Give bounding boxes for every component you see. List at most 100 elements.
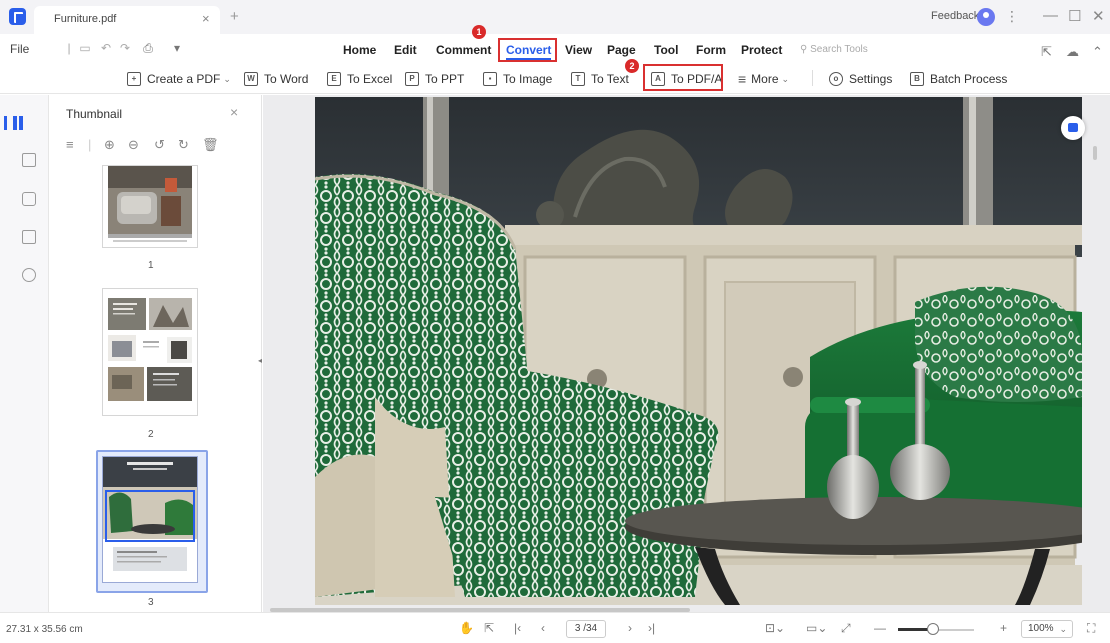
thumbnail-page-3[interactable] <box>102 456 198 583</box>
fit-page-icon[interactable]: ⤢ <box>841 621 851 636</box>
thumbnail-page-number: 1 <box>148 260 154 271</box>
to-excel-label: To Excel <box>347 72 393 86</box>
print-icon[interactable]: ⎙ <box>141 41 155 55</box>
share-icon[interactable]: ⇱ <box>1041 44 1052 60</box>
to-word-label: To Word <box>264 72 309 86</box>
menu-edit[interactable]: Edit <box>394 43 417 57</box>
search-icon[interactable] <box>22 268 36 282</box>
quick-access-dropdown-icon[interactable]: ▾ <box>170 41 184 55</box>
new-tab-button[interactable]: + <box>230 8 239 25</box>
vertical-scrollbar[interactable] <box>1093 146 1097 160</box>
batch-icon: B <box>910 72 924 86</box>
step-badge-2: 2 <box>625 59 639 73</box>
close-panel-icon[interactable]: × <box>230 104 238 120</box>
menu-comment[interactable]: Comment <box>436 43 491 57</box>
to-text-label: To Text <box>591 72 629 86</box>
zoom-in-icon[interactable]: ⊕ <box>104 137 115 153</box>
thumbnail-page-2[interactable] <box>102 288 198 416</box>
attachment-icon[interactable] <box>22 230 36 244</box>
more-options-icon[interactable]: ⋮ <box>1005 8 1019 25</box>
thumbnail-panel: Thumbnail × ≡ | ⊕ ⊖ ↺ ↻ 🗑 1 2 3 <box>50 95 262 612</box>
menu-view[interactable]: View <box>565 43 592 57</box>
divider: | <box>88 137 92 152</box>
ribbon-separator <box>812 70 813 86</box>
save-icon[interactable]: ▭ <box>78 41 92 55</box>
title-bar: Furniture.pdf × + Feedback ⋮ — ☐ ✕ <box>0 0 1110 34</box>
app-logo-icon <box>9 8 26 25</box>
file-menu[interactable]: File <box>10 42 29 56</box>
zoom-level-dropdown[interactable]: 100% ⌄ <box>1021 620 1073 638</box>
left-rail <box>0 95 49 612</box>
active-indicator <box>4 116 7 130</box>
floating-action-button[interactable] <box>1061 116 1085 140</box>
zoom-out-icon[interactable]: ⊖ <box>128 137 139 153</box>
image-icon: ▪ <box>483 72 497 86</box>
menu-protect[interactable]: Protect <box>741 43 782 57</box>
settings-label: Settings <box>849 72 893 86</box>
create-pdf-button[interactable]: + Create a PDF ⌄ <box>127 70 231 88</box>
more-label: More <box>751 72 779 86</box>
last-page-icon[interactable]: ›| <box>648 621 655 635</box>
to-image-label: To Image <box>503 72 553 86</box>
settings-icon: o <box>829 72 843 86</box>
close-tab-icon[interactable]: × <box>202 11 210 26</box>
zoom-out-button[interactable]: — <box>874 621 886 635</box>
word-icon: W <box>244 72 258 86</box>
avatar[interactable] <box>977 8 995 26</box>
thumbnail-panel-icon[interactable] <box>13 116 17 130</box>
search-tools-placeholder: Search Tools <box>810 44 868 55</box>
fullscreen-icon[interactable]: ⛶ <box>1087 621 1095 636</box>
rotate-right-icon[interactable]: ↻ <box>178 137 189 153</box>
page-dimensions: 27.31 x 35.56 cm <box>6 624 83 635</box>
collapse-ribbon-icon[interactable]: ⌃ <box>1092 44 1103 60</box>
redo-icon[interactable]: ↷ <box>118 41 132 55</box>
more-button[interactable]: ≡ More ⌄ <box>738 70 789 88</box>
zoom-in-button[interactable]: + <box>1000 621 1007 635</box>
thumbnail-panel-title: Thumbnail <box>66 107 123 121</box>
undo-icon[interactable]: ↶ <box>99 41 113 55</box>
thumbnail-page-number: 3 <box>148 597 154 608</box>
zoom-slider-handle[interactable] <box>927 623 939 635</box>
minimize-button[interactable]: — <box>1043 7 1058 24</box>
to-ppt-label: To PPT <box>425 72 465 86</box>
bookmark-icon[interactable] <box>22 153 36 167</box>
to-ppt-button[interactable]: P To PPT <box>405 70 464 88</box>
settings-button[interactable]: o Settings <box>829 70 892 88</box>
rotate-left-icon[interactable]: ↺ <box>154 137 165 153</box>
to-excel-button[interactable]: E To Excel <box>327 70 392 88</box>
document-viewer[interactable] <box>263 95 1110 612</box>
zoom-level-value: 100% <box>1028 623 1054 634</box>
select-tool-icon[interactable]: ⇱ <box>484 621 494 635</box>
to-image-button[interactable]: ▪ To Image <box>483 70 552 88</box>
to-word-button[interactable]: W To Word <box>244 70 308 88</box>
menu-form[interactable]: Form <box>696 43 726 57</box>
maximize-button[interactable]: ☐ <box>1068 7 1081 25</box>
view-mode-icon[interactable]: ▭⌄ <box>806 621 827 635</box>
thumbnail-page-1[interactable] <box>102 165 198 248</box>
document-tab[interactable]: Furniture.pdf × <box>34 6 220 34</box>
page-layout-icon[interactable]: ⊡⌄ <box>765 621 785 635</box>
previous-page-icon[interactable]: ‹ <box>541 621 545 635</box>
next-page-icon[interactable]: › <box>628 621 632 635</box>
menu-tool[interactable]: Tool <box>654 43 678 57</box>
to-text-button[interactable]: T To Text <box>571 70 629 88</box>
collapse-panel-icon[interactable]: ◂ <box>258 356 262 365</box>
delete-icon[interactable]: 🗑 <box>202 137 219 153</box>
options-menu-icon[interactable]: ≡ <box>66 137 74 152</box>
close-window-button[interactable]: ✕ <box>1092 7 1105 25</box>
page-number-input[interactable]: 3 /34 <box>566 620 606 638</box>
first-page-icon[interactable]: |‹ <box>514 621 521 635</box>
hand-tool-icon[interactable]: ✋ <box>459 621 474 635</box>
create-pdf-icon: + <box>127 72 141 86</box>
feedback-link[interactable]: Feedback <box>931 10 979 22</box>
batch-process-button[interactable]: B Batch Process <box>910 70 1007 88</box>
create-pdf-label: Create a PDF <box>147 72 221 86</box>
menu-page[interactable]: Page <box>607 43 636 57</box>
chevron-down-icon: ⌄ <box>223 73 231 84</box>
ppt-icon: P <box>405 72 419 86</box>
menu-home[interactable]: Home <box>343 43 376 57</box>
search-tools-input[interactable]: ⚲ Search Tools <box>800 44 868 55</box>
thumbnail-page-number: 2 <box>148 429 154 440</box>
comment-icon[interactable] <box>22 192 36 206</box>
cloud-icon[interactable]: ☁ <box>1066 44 1079 60</box>
